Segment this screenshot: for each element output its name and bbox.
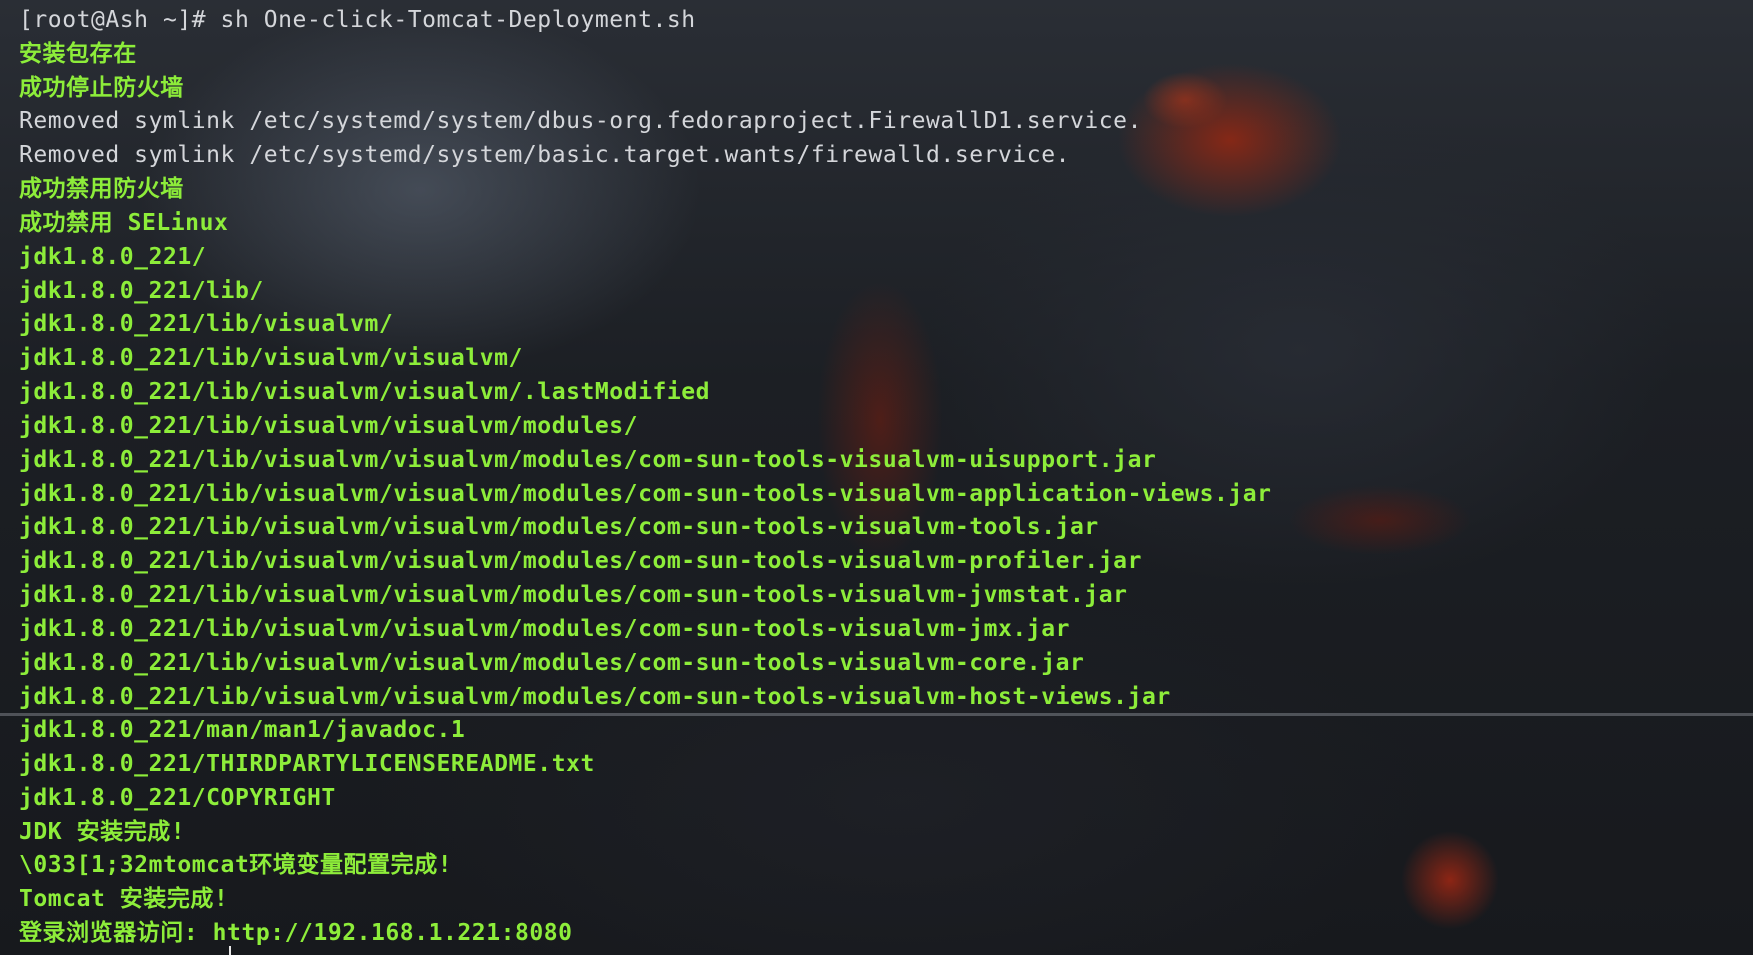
- output-line: jdk1.8.0_221/lib/visualvm/visualvm/modul…: [19, 684, 1171, 710]
- output-line: 安装包存在: [19, 41, 137, 67]
- output-line: 成功禁用 SELinux: [19, 210, 229, 236]
- output-line: Tomcat 安装完成!: [19, 886, 229, 912]
- output-line: jdk1.8.0_221/lib/visualvm/visualvm/.last…: [19, 379, 711, 405]
- output-line: jdk1.8.0_221/lib/: [19, 278, 264, 304]
- output-line: jdk1.8.0_221/lib/visualvm/visualvm/modul…: [19, 447, 1157, 473]
- output-line: jdk1.8.0_221/lib/visualvm/visualvm/modul…: [19, 548, 1142, 574]
- text-cursor: [229, 946, 231, 955]
- output-line: Removed symlink /etc/systemd/system/dbus…: [19, 108, 1142, 134]
- output-line: jdk1.8.0_221/lib/visualvm/visualvm/: [19, 345, 523, 371]
- command-prompt-line: [root@Ash ~]# sh One-click-Tomcat-Deploy…: [19, 7, 696, 33]
- output-line: 成功禁用防火墙: [19, 176, 184, 202]
- output-line: jdk1.8.0_221/lib/visualvm/visualvm/modul…: [19, 616, 1070, 642]
- output-line: jdk1.8.0_221/THIRDPARTYLICENSEREADME.txt: [19, 751, 595, 777]
- output-line: jdk1.8.0_221/: [19, 244, 207, 270]
- output-line: Removed symlink /etc/systemd/system/basi…: [19, 142, 1070, 168]
- output-line: jdk1.8.0_221/lib/visualvm/visualvm/modul…: [19, 514, 1099, 540]
- output-line: 成功停止防火墙: [19, 75, 184, 101]
- output-line: jdk1.8.0_221/COPYRIGHT: [19, 785, 336, 811]
- output-line: JDK 安装完成!: [19, 819, 186, 845]
- output-line: jdk1.8.0_221/lib/visualvm/visualvm/modul…: [19, 413, 639, 439]
- output-line: jdk1.8.0_221/lib/visualvm/visualvm/modul…: [19, 650, 1085, 676]
- output-line: jdk1.8.0_221/lib/visualvm/visualvm/modul…: [19, 582, 1128, 608]
- output-line: jdk1.8.0_221/lib/visualvm/visualvm/modul…: [19, 481, 1272, 507]
- access-url-line: 登录浏览器访问: http://192.168.1.221:8080: [19, 920, 573, 946]
- terminal-window[interactable]: [root@Ash ~]# sh One-click-Tomcat-Deploy…: [0, 0, 1753, 955]
- terminal-output[interactable]: [root@Ash ~]# sh One-click-Tomcat-Deploy…: [0, 0, 1753, 955]
- output-line: jdk1.8.0_221/man/man1/javadoc.1: [19, 717, 466, 743]
- output-line: \033[1;32mtomcat环境变量配置完成!: [19, 852, 453, 878]
- output-line: jdk1.8.0_221/lib/visualvm/: [19, 311, 394, 337]
